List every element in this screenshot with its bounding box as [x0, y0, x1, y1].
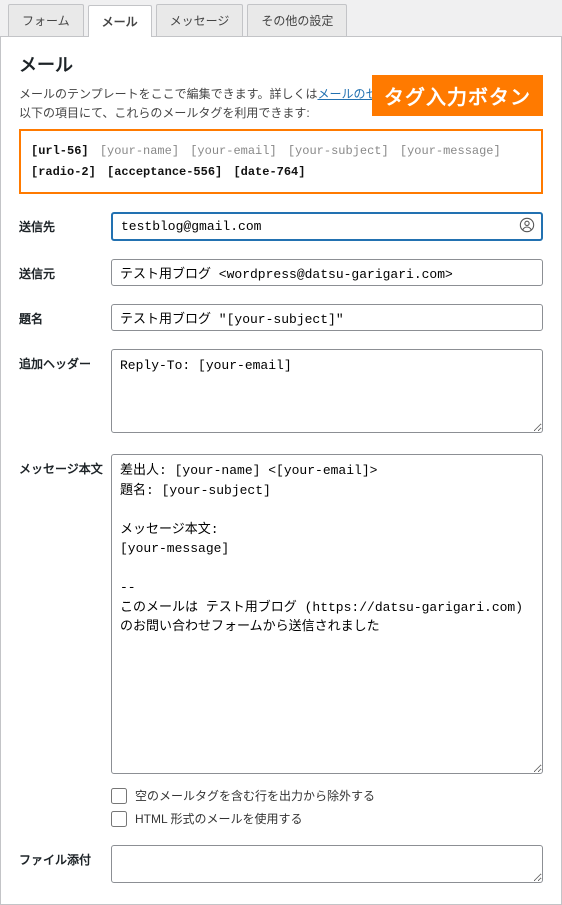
attachments-label: ファイル添付 [19, 845, 111, 868]
mail-tag[interactable]: [acceptance-556] [107, 165, 222, 179]
tab-messages[interactable]: メッセージ [156, 4, 244, 36]
mail-tag[interactable]: [your-message] [400, 144, 501, 158]
subject-input[interactable] [111, 304, 543, 331]
intro-line2: 以下の項目にて、これらのメールタグを利用できます: [19, 106, 310, 120]
mail-panel: タグ入力ボタン メール メールのテンプレートをここで編集できます。詳しくはメール… [0, 37, 562, 905]
from-input[interactable] [111, 259, 543, 286]
callout-badge: タグ入力ボタン [372, 75, 543, 116]
intro-line1-pre: メールのテンプレートをここで編集できます。詳しくは [19, 87, 317, 101]
tab-mail[interactable]: メール [88, 5, 152, 37]
tab-bar: フォーム メール メッセージ その他の設定 [0, 0, 562, 37]
mail-tag[interactable]: [your-subject] [288, 144, 389, 158]
mail-tag[interactable]: [date-764] [233, 165, 305, 179]
to-label: 送信先 [19, 212, 111, 235]
subject-label: 題名 [19, 304, 111, 327]
mail-tags-box: [url-56] [your-name] [your-email] [your-… [19, 129, 543, 194]
mail-tag[interactable]: [your-email] [190, 144, 276, 158]
attachments-textarea[interactable] [111, 845, 543, 883]
use-html-checkbox[interactable] [111, 811, 127, 827]
panel-heading: メール [19, 51, 543, 77]
exclude-blank-checkbox[interactable] [111, 788, 127, 804]
exclude-blank-label: 空のメールタグを含む行を出力から除外する [135, 787, 375, 804]
use-html-row[interactable]: HTML 形式のメールを使用する [111, 810, 543, 827]
body-label: メッセージ本文 [19, 454, 111, 477]
tab-other[interactable]: その他の設定 [247, 4, 347, 36]
mail-tag[interactable]: [radio-2] [31, 165, 96, 179]
exclude-blank-row[interactable]: 空のメールタグを含む行を出力から除外する [111, 787, 543, 804]
to-input[interactable] [111, 212, 543, 241]
body-textarea[interactable] [111, 454, 543, 774]
mail-tag[interactable]: [your-name] [100, 144, 179, 158]
from-label: 送信元 [19, 259, 111, 282]
person-circle-icon[interactable] [519, 217, 535, 237]
headers-label: 追加ヘッダー [19, 349, 111, 372]
mail-tag[interactable]: [url-56] [31, 144, 89, 158]
use-html-label: HTML 形式のメールを使用する [135, 810, 303, 827]
headers-textarea[interactable] [111, 349, 543, 433]
tab-form[interactable]: フォーム [8, 4, 84, 36]
